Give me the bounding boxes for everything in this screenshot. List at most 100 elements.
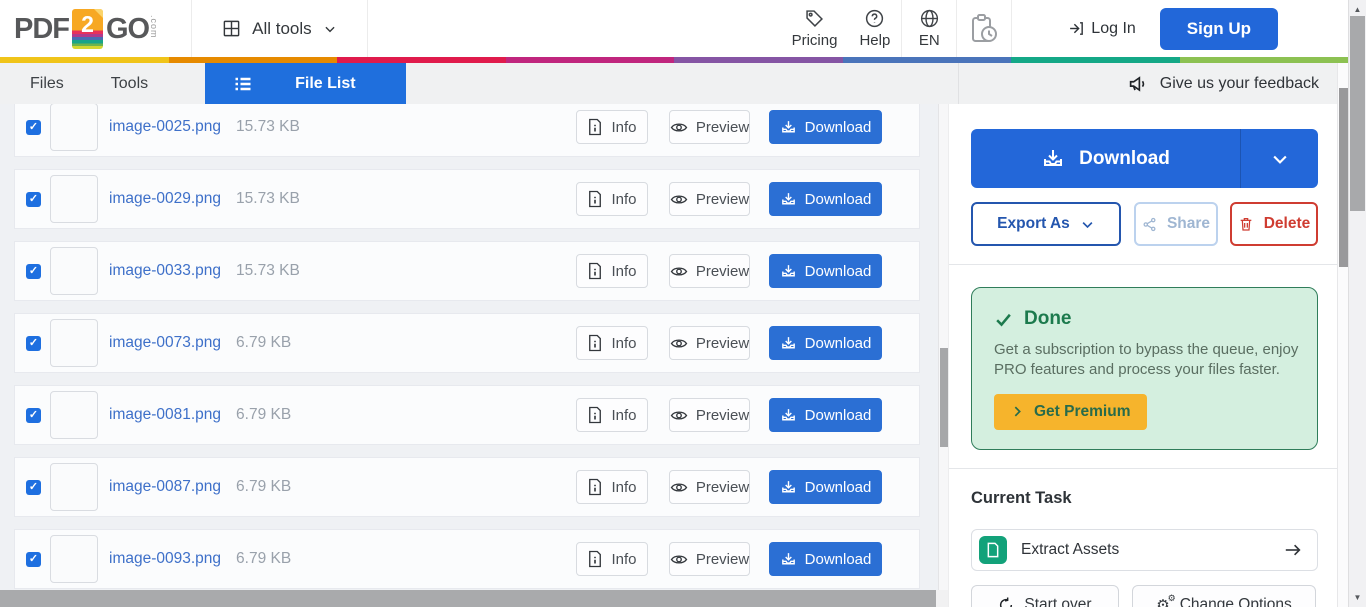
preview-button-label: Preview	[695, 118, 750, 136]
preview-button[interactable]: Preview	[669, 182, 750, 216]
file-info-icon	[589, 478, 602, 496]
file-thumbnail[interactable]	[50, 247, 98, 295]
signup-button[interactable]: Sign Up	[1159, 7, 1278, 50]
file-thumbnail[interactable]	[50, 319, 98, 367]
preview-button[interactable]: Preview	[669, 326, 750, 360]
login-link[interactable]: Log In	[1068, 19, 1136, 38]
check-icon: ✓	[28, 480, 39, 493]
info-button[interactable]: Info	[576, 398, 648, 432]
file-name-link[interactable]: image-0025.png	[109, 118, 221, 136]
download-all-button[interactable]: Download	[971, 129, 1240, 188]
row-download-button-label: Download	[804, 190, 872, 208]
file-thumbnail[interactable]	[50, 463, 98, 511]
file-checkbox[interactable]: ✓	[26, 119, 41, 135]
file-thumbnail[interactable]	[50, 104, 98, 151]
preview-button-label: Preview	[695, 262, 750, 280]
tab-file-list-label: File List	[295, 74, 356, 92]
page-scrollbar[interactable]: ▲ ▼	[1348, 0, 1366, 607]
share-button[interactable]: Share	[1134, 202, 1218, 246]
help-link[interactable]: Help	[859, 8, 890, 49]
current-task-name: Extract Assets	[1021, 541, 1120, 558]
info-button[interactable]: Info	[576, 182, 648, 216]
arrow-right-icon	[1283, 542, 1303, 558]
get-premium-button[interactable]: Get Premium	[994, 393, 1148, 430]
current-task-card[interactable]: Extract Assets	[971, 529, 1318, 571]
top-header: PDF 2 GO .com All tools Pricing Help EN	[0, 0, 1348, 57]
file-checkbox[interactable]: ✓	[26, 479, 41, 495]
change-options-button[interactable]: ⚙ ⚙ Change Options	[1132, 585, 1316, 607]
tab-tools[interactable]: Tools	[111, 63, 148, 104]
file-name-link[interactable]: image-0033.png	[109, 262, 221, 280]
gears-icon: ⚙ ⚙	[1156, 592, 1176, 607]
scrollbar-thumb[interactable]	[940, 348, 948, 447]
scrollbar-thumb[interactable]	[0, 590, 936, 607]
file-checkbox[interactable]: ✓	[26, 191, 41, 207]
download-icon	[781, 192, 795, 204]
file-thumbnail[interactable]	[50, 175, 98, 223]
file-checkbox[interactable]: ✓	[26, 335, 41, 351]
row-download-button[interactable]: Download	[769, 110, 882, 144]
info-button-label: Info	[611, 118, 637, 136]
list-icon	[235, 77, 251, 90]
row-download-button[interactable]: Download	[769, 398, 882, 432]
file-name-link[interactable]: image-0093.png	[109, 550, 221, 568]
file-size: 6.79 KB	[236, 406, 292, 423]
preview-button[interactable]: Preview	[669, 470, 750, 504]
row-download-button[interactable]: Download	[769, 542, 882, 576]
sidebar-divider	[949, 264, 1337, 265]
logo-text-two: 2	[81, 10, 94, 37]
file-name-link[interactable]: image-0087.png	[109, 478, 221, 496]
feedback-link[interactable]: Give us your feedback	[1128, 63, 1319, 104]
sidebar-scrollbar[interactable]	[1337, 63, 1348, 607]
file-checkbox[interactable]: ✓	[26, 551, 41, 567]
file-checkbox[interactable]: ✓	[26, 263, 41, 279]
preview-button[interactable]: Preview	[669, 254, 750, 288]
row-download-button[interactable]: Download	[769, 254, 882, 288]
file-name-link[interactable]: image-0029.png	[109, 190, 221, 208]
row-download-button[interactable]: Download	[769, 182, 882, 216]
file-thumbnail[interactable]	[50, 535, 98, 583]
scrollbar-thumb[interactable]	[1339, 88, 1348, 267]
info-button[interactable]: Info	[576, 470, 648, 504]
start-over-label: Start over	[1024, 596, 1092, 607]
preview-button[interactable]: Preview	[669, 542, 750, 576]
file-thumbnail[interactable]	[50, 391, 98, 439]
info-button[interactable]: Info	[576, 326, 648, 360]
tab-bar: Files Tools File List Give us your feedb…	[0, 63, 1337, 104]
info-button[interactable]: Info	[576, 542, 648, 576]
download-options-caret[interactable]	[1240, 129, 1318, 188]
file-size: 15.73 KB	[236, 262, 300, 279]
all-tools-menu[interactable]: All tools	[191, 0, 368, 57]
scroll-up-arrow[interactable]: ▲	[1349, 5, 1366, 14]
preview-button[interactable]: Preview	[669, 110, 750, 144]
download-icon	[781, 408, 795, 420]
tab-file-list[interactable]: File List	[205, 63, 407, 104]
language-selector[interactable]: EN	[902, 0, 956, 57]
file-size: 6.79 KB	[236, 334, 292, 351]
task-history-button[interactable]	[957, 0, 1011, 57]
file-list-vertical-scrollbar[interactable]	[938, 104, 948, 590]
file-size: 15.73 KB	[236, 118, 300, 135]
start-over-button[interactable]: Start over	[971, 585, 1119, 607]
info-button[interactable]: Info	[576, 110, 648, 144]
row-download-button[interactable]: Download	[769, 470, 882, 504]
file-checkbox[interactable]: ✓	[26, 407, 41, 423]
file-name-link[interactable]: image-0073.png	[109, 334, 221, 352]
info-button[interactable]: Info	[576, 254, 648, 288]
preview-button-label: Preview	[695, 406, 750, 424]
tab-files[interactable]: Files	[30, 63, 64, 104]
file-list-horizontal-scrollbar[interactable]	[0, 590, 948, 607]
file-info-icon	[589, 118, 602, 136]
delete-button[interactable]: Delete	[1230, 202, 1318, 246]
row-download-button[interactable]: Download	[769, 326, 882, 360]
preview-button[interactable]: Preview	[669, 398, 750, 432]
export-as-button[interactable]: Export As	[971, 202, 1121, 246]
pdf2go-logo[interactable]: PDF 2 GO .com	[14, 8, 159, 49]
file-name-link[interactable]: image-0081.png	[109, 406, 221, 424]
eye-icon	[670, 122, 688, 132]
scrollbar-thumb[interactable]	[1350, 16, 1365, 211]
login-label: Log In	[1091, 19, 1136, 37]
scroll-down-arrow[interactable]: ▼	[1349, 593, 1366, 602]
row-download-button-label: Download	[804, 478, 872, 496]
pricing-link[interactable]: Pricing	[792, 8, 837, 49]
